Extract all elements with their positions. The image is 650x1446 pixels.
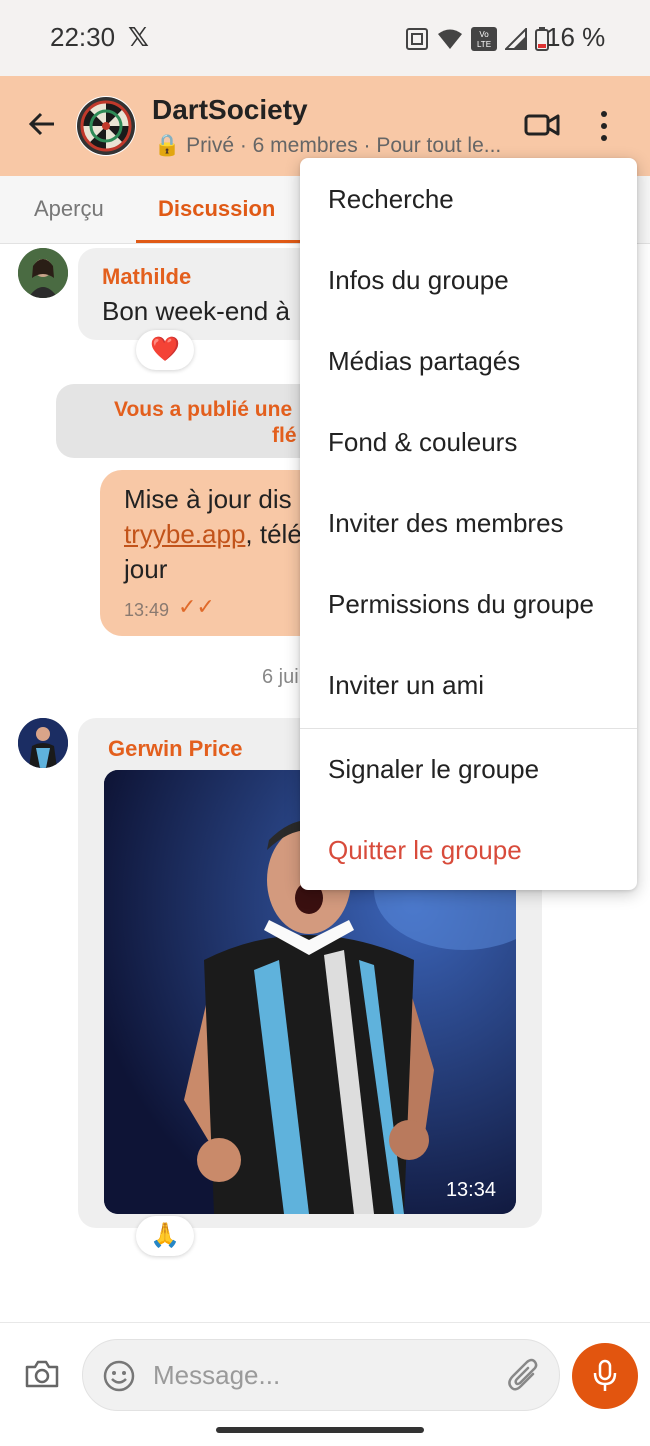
menu-item-rechercher[interactable]: Recherche	[328, 184, 454, 215]
menu-item-inviter-ami[interactable]: Inviter un ami	[328, 670, 484, 701]
outgoing-line2-rest: , télé	[245, 519, 302, 549]
outgoing-line2: tryybe.app, télé	[124, 517, 302, 552]
system-text-line2: flé	[272, 424, 297, 447]
person-photo-icon	[18, 248, 68, 298]
status-time: 22:30	[50, 22, 116, 52]
menu-item-inviter-membres[interactable]: Inviter des membres	[328, 508, 564, 539]
sender-name: Gerwin Price	[108, 736, 243, 761]
message-bubble-mathilde[interactable]: Mathilde Bon week-end à	[78, 248, 318, 340]
group-name[interactable]: DartSociety	[152, 94, 308, 126]
reaction-heart[interactable]: ❤️	[136, 330, 194, 370]
menu-divider	[300, 728, 637, 729]
menu-item-medias-partages[interactable]: Médias partagés	[328, 346, 520, 377]
menu-item-permissions[interactable]: Permissions du groupe	[328, 589, 594, 620]
reaction-pray[interactable]: 🙏	[136, 1216, 194, 1256]
outgoing-line1: Mise à jour dis	[124, 484, 292, 514]
avatar-gerwin-price[interactable]	[18, 718, 68, 768]
menu-item-infos-groupe[interactable]: Infos du groupe	[328, 265, 509, 296]
camera-icon[interactable]	[24, 1359, 60, 1389]
message-field[interactable]: Message...	[82, 1339, 560, 1411]
avatar-mathilde[interactable]	[18, 248, 68, 298]
mic-button[interactable]	[572, 1343, 638, 1409]
tab-apercu[interactable]: Aperçu	[34, 196, 104, 222]
active-tab-indicator	[136, 240, 300, 243]
wifi-icon	[438, 29, 462, 49]
volte-icon: VoLTE	[471, 27, 497, 51]
video-call-icon[interactable]	[524, 110, 560, 140]
nfc-icon	[406, 28, 428, 50]
svg-text:LTE: LTE	[477, 40, 491, 49]
outgoing-line3: jour	[124, 554, 168, 584]
attachment-icon[interactable]	[507, 1358, 541, 1394]
svg-text:Vo: Vo	[479, 30, 489, 39]
emoji-icon[interactable]	[103, 1360, 135, 1392]
message-placeholder: Message...	[153, 1360, 281, 1390]
microphone-icon	[593, 1359, 617, 1391]
more-options-icon[interactable]	[594, 108, 614, 144]
person-photo-icon	[18, 718, 68, 768]
menu-item-fond-couleurs[interactable]: Fond & couleurs	[328, 427, 517, 458]
x-app-icon: 𝕏	[128, 22, 149, 52]
status-bar: 22:30 𝕏 Vo LTE 16 %	[0, 0, 650, 76]
dartboard-icon	[77, 97, 135, 155]
overflow-menu: Recherche Infos du groupe Médias partagé…	[300, 158, 637, 890]
sender-name: Mathilde	[102, 264, 192, 289]
photo-time: 13:34	[445, 1179, 496, 1201]
status-icons: Vo LTE	[405, 26, 549, 52]
menu-item-quitter[interactable]: Quitter le groupe	[328, 835, 522, 866]
message-text: Bon week-end à	[102, 296, 290, 326]
tab-discussion[interactable]: Discussion	[158, 196, 275, 222]
group-avatar[interactable]	[76, 96, 136, 156]
lock-icon: 🔒	[154, 134, 181, 157]
system-text-line1: Vous a publié une	[114, 398, 293, 421]
menu-item-signaler[interactable]: Signaler le groupe	[328, 754, 539, 785]
date-separator: 6 jui	[262, 666, 299, 688]
group-subtitle-text: Privé · 6 membres · Pour tout le...	[186, 134, 502, 157]
message-input-bar: Message...	[0, 1322, 650, 1446]
back-arrow-icon[interactable]	[26, 108, 58, 140]
group-subtitle: 🔒 Privé · 6 membres · Pour tout le...	[154, 134, 501, 158]
tryybe-link[interactable]: tryybe.app	[124, 519, 245, 549]
signal-icon	[505, 28, 527, 50]
battery-percent: 16 %	[546, 22, 606, 52]
read-ticks-icon: ✓✓	[178, 594, 215, 619]
home-indicator	[216, 1427, 424, 1433]
message-time: 13:49	[124, 600, 170, 620]
